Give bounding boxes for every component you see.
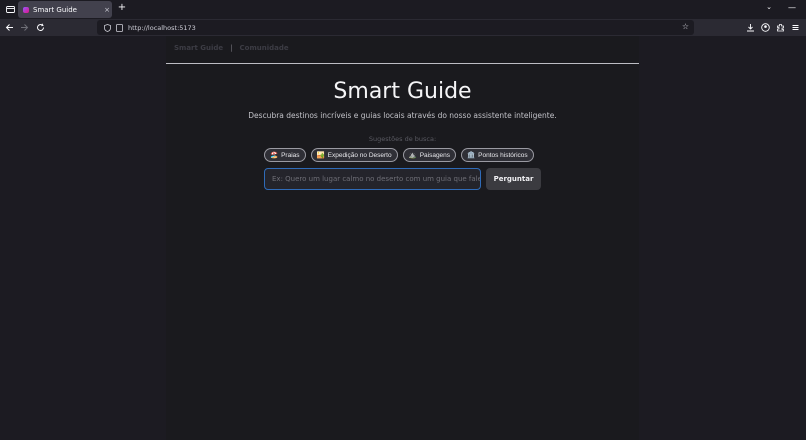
app-container: Smart Guide | Comunidade Smart Guide Des… — [166, 36, 639, 440]
top-navigation: Smart Guide | Comunidade — [174, 44, 289, 52]
chip-label: Praias — [281, 151, 300, 159]
tab-bar: Smart Guide × + ⌄ — — [0, 0, 806, 19]
chip-pontos-historicos[interactable]: 🏛️ Pontos históricos — [461, 148, 534, 162]
chip-expedicao-deserto[interactable]: 🏜️ Expedição no Deserto — [310, 148, 398, 162]
list-all-tabs-icon[interactable]: ⌄ — [766, 3, 772, 11]
chip-label: Paisagens — [419, 151, 451, 159]
firefox-view-icon[interactable] — [3, 3, 17, 17]
site-favicon-icon — [23, 6, 29, 13]
nav-link-smart-guide[interactable]: Smart Guide — [174, 44, 223, 52]
page-subtitle: Descubra destinos incríveis e guias loca… — [248, 111, 557, 120]
tab-close-icon[interactable]: × — [102, 6, 112, 14]
nav-separator: | — [230, 44, 233, 52]
menu-icon[interactable] — [790, 22, 801, 33]
forward-button[interactable] — [18, 21, 31, 34]
bookmark-star-icon[interactable]: ☆ — [682, 22, 689, 31]
back-button[interactable] — [3, 21, 16, 34]
downloads-icon[interactable] — [745, 22, 756, 33]
classical-building-icon: 🏛️ — [467, 152, 476, 159]
chip-paisagens[interactable]: ⛰️ Paisagens — [402, 148, 457, 162]
tab-title: Smart Guide — [33, 5, 77, 14]
page-title: Smart Guide — [333, 79, 472, 104]
extensions-icon[interactable] — [775, 22, 786, 33]
desert-icon: 🏜️ — [316, 152, 325, 159]
reload-button[interactable] — [34, 21, 47, 34]
search-input[interactable] — [264, 168, 481, 190]
suggestion-chips: 🏖️ Praias 🏜️ Expedição no Deserto ⛰️ Pai… — [264, 148, 534, 162]
ask-button[interactable]: Perguntar — [486, 168, 541, 190]
suggestions-label: Sugestões de busca: — [368, 135, 437, 143]
chip-label: Expedição no Deserto — [327, 151, 392, 159]
navigation-toolbar: http://localhost:5173 ☆ — [0, 19, 806, 36]
mountain-icon: ⛰️ — [408, 152, 417, 159]
header-divider — [166, 63, 639, 64]
account-icon[interactable] — [760, 22, 771, 33]
nav-link-community[interactable]: Comunidade — [240, 44, 289, 52]
minimize-icon[interactable]: — — [788, 3, 796, 12]
browser-tab[interactable]: Smart Guide × — [18, 1, 112, 18]
chip-praias[interactable]: 🏖️ Praias — [264, 148, 306, 162]
page-info-icon[interactable] — [114, 23, 124, 33]
address-bar[interactable]: http://localhost:5173 ☆ — [97, 20, 694, 35]
url-text: http://localhost:5173 — [128, 23, 196, 32]
web-page: Smart Guide | Comunidade Smart Guide Des… — [0, 36, 806, 440]
new-tab-button[interactable]: + — [116, 2, 128, 13]
chip-label: Pontos históricos — [478, 151, 528, 159]
beach-icon: 🏖️ — [270, 152, 279, 159]
shield-icon[interactable] — [102, 23, 112, 33]
